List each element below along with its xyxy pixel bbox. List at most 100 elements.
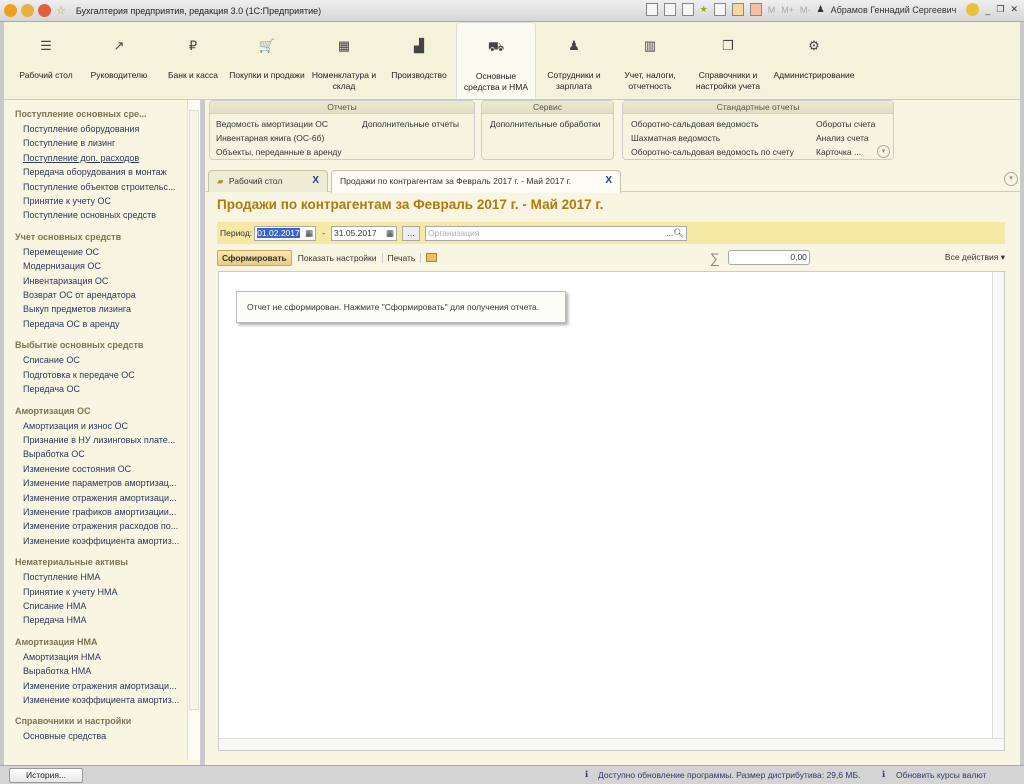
nav-item[interactable]: Признание в НУ лизинговых плате... (23, 433, 200, 447)
generate-button[interactable]: Сформировать (217, 249, 292, 266)
calendar-icon[interactable]: ▦ (305, 227, 313, 240)
section-bank[interactable]: ₽ Банк и касса (158, 22, 228, 99)
section-staff[interactable]: ♟ Сотрудники и зарплата (536, 22, 612, 99)
memory-button[interactable]: M (768, 5, 776, 15)
email-icon[interactable] (426, 253, 438, 262)
tab-desktop[interactable]: ▰ Рабочий стол X (208, 170, 328, 192)
section-production[interactable]: ▟ Производство (382, 22, 456, 99)
cmd-account-card[interactable]: Карточка ... (816, 147, 861, 157)
nav-item[interactable]: Амортизация НМА (23, 650, 200, 664)
close-tab-icon[interactable]: X (312, 171, 319, 191)
nav-item[interactable]: Изменение отражения амортизаци... (23, 679, 200, 693)
calendar-icon[interactable]: ▦ (386, 227, 394, 240)
horizontal-scrollbar[interactable] (219, 738, 1004, 750)
date-to-input[interactable]: 31.05.2017 ▦ (331, 225, 398, 241)
nav-item[interactable]: Передача НМА (23, 613, 200, 627)
update-rates-link[interactable]: Обновить курсы валют (896, 770, 986, 780)
preview-icon[interactable] (681, 3, 694, 16)
cmd-additional-processing[interactable]: Дополнительные обработки (490, 119, 600, 129)
memory-minus-button[interactable]: M- (800, 5, 811, 15)
calendar-icon[interactable] (749, 3, 762, 16)
favorites-star-icon[interactable]: ☆ (56, 4, 66, 17)
date-from-input[interactable]: 01.02.2017 ▦ (254, 225, 317, 241)
nav-item[interactable]: Амортизация и износ ОС (23, 419, 200, 433)
nav-item[interactable]: Выработка НМА (23, 664, 200, 678)
nav-item[interactable]: Передача ОС в аренду (23, 317, 200, 331)
cmd-additional-reports[interactable]: Дополнительные отчеты (362, 119, 459, 129)
close-circle-icon[interactable] (38, 4, 51, 17)
history-icon[interactable] (713, 3, 726, 16)
more-chevron-icon[interactable]: ▾ (877, 145, 890, 158)
nav-item[interactable]: Списание ОС (23, 353, 200, 367)
cmd-chess-statement[interactable]: Шахматная ведомость (631, 133, 720, 143)
nav-item[interactable]: Изменение состояния ОС (23, 462, 200, 476)
nav-item[interactable]: Подготовка к передаче ОС (23, 368, 200, 382)
print-button[interactable]: Печать (388, 252, 422, 263)
section-catalogs[interactable]: ❐ Справочники и настройки учета (688, 22, 768, 99)
nav-item[interactable]: Изменение коэффициента амортиз... (23, 534, 200, 548)
user-name[interactable]: Абрамов Геннадий Сергеевич (831, 5, 957, 15)
nav-item[interactable]: Изменение отражения амортизаци... (23, 491, 200, 505)
menu-icon[interactable] (21, 4, 34, 17)
nav-item[interactable]: Поступление основных средств (23, 208, 200, 222)
cmd-account-analysis[interactable]: Анализ счета (816, 133, 869, 143)
info-icon[interactable] (966, 3, 980, 16)
nav-item[interactable]: Модернизация ОС (23, 259, 200, 273)
section-taxes[interactable]: ▥ Учет, налоги, отчетность (612, 22, 688, 99)
organization-input[interactable]: Организация ...🔍︎ (425, 225, 688, 241)
nav-item[interactable]: Выработка ОС (23, 447, 200, 461)
cmd-leased-objects[interactable]: Объекты, переданные в аренду (216, 147, 342, 157)
nav-item[interactable]: Перемещение ОС (23, 245, 200, 259)
close-tab-icon[interactable]: X (605, 171, 612, 191)
all-actions-menu[interactable]: Все действия ▾ (945, 252, 1005, 263)
close-button[interactable]: ✕ (1010, 4, 1018, 15)
search-icon[interactable]: ...🔍︎ (666, 227, 684, 240)
scroll-thumb[interactable] (189, 110, 199, 710)
app-logo-icon[interactable] (4, 4, 17, 17)
show-settings-button[interactable]: Показать настройки (298, 252, 383, 263)
nav-item[interactable]: Поступление НМА (23, 570, 200, 584)
nav-item[interactable]: Принятие к учету НМА (23, 585, 200, 599)
nav-item[interactable]: Передача ОС (23, 382, 200, 396)
nav-item[interactable]: Выкуп предметов лизинга (23, 302, 200, 316)
nav-item[interactable]: Списание НМА (23, 599, 200, 613)
section-manager[interactable]: ↗ Руководителю (80, 22, 158, 99)
history-button[interactable]: История... (9, 768, 83, 783)
nav-item[interactable]: Поступление доп. расходов (23, 151, 200, 165)
nav-scrollbar[interactable] (187, 100, 200, 760)
nav-item[interactable]: Основные средства (23, 729, 200, 743)
nav-item[interactable]: Изменение коэффициента амортиз... (23, 693, 200, 707)
nav-item[interactable]: Изменение отражения расходов по... (23, 519, 200, 533)
nav-item[interactable]: Изменение графиков амортизации... (23, 505, 200, 519)
nav-item[interactable]: Передача оборудования в монтаж (23, 165, 200, 179)
nav-item[interactable]: Поступление объектов строительс... (23, 180, 200, 194)
restore-button[interactable]: ❐ (996, 4, 1004, 15)
nav-item[interactable]: Принятие к учету ОС (23, 194, 200, 208)
nav-item[interactable]: Поступление оборудования (23, 122, 200, 136)
update-available-link[interactable]: Доступно обновление программы. Размер ди… (598, 770, 860, 780)
nav-item[interactable]: Изменение параметров амортизац... (23, 476, 200, 490)
section-admin[interactable]: ⚙ Администрирование (768, 22, 860, 99)
cmd-account-trial-balance[interactable]: Оборотно-сальдовая ведомость по счету (631, 147, 794, 157)
star-add-icon[interactable]: ★ (700, 4, 708, 15)
tabs-menu-icon[interactable]: ▾ (1004, 172, 1018, 186)
calculator-icon[interactable] (731, 3, 744, 16)
vertical-scrollbar[interactable] (992, 272, 1004, 750)
period-select-button[interactable]: ... (402, 225, 421, 241)
cmd-depreciation-statement[interactable]: Ведомость амортизации ОС (216, 119, 328, 129)
nav-item[interactable]: Возврат ОС от арендатора (23, 288, 200, 302)
minimize-button[interactable]: _ (985, 5, 990, 15)
section-fixed-assets[interactable]: ⛟ Основные средства и НМА (456, 22, 536, 99)
section-stock[interactable]: ▦ Номенклатура и склад (306, 22, 382, 99)
memory-plus-button[interactable]: M+ (781, 5, 794, 15)
nav-item[interactable]: Инвентаризация ОС (23, 274, 200, 288)
tab-sales-report[interactable]: Продажи по контрагентам за Февраль 2017 … (331, 170, 621, 193)
cmd-account-turnover[interactable]: Обороты счета (816, 119, 875, 129)
nav-item[interactable]: Поступление в лизинг (23, 136, 200, 150)
report-area[interactable]: Отчет не сформирован. Нажмите "Сформиров… (218, 271, 1005, 751)
save-icon[interactable] (645, 3, 658, 16)
print-icon[interactable] (663, 3, 676, 16)
section-purchases[interactable]: 🛒 Покупки и продажи (228, 22, 306, 99)
section-desktop[interactable]: ☰ Рабочий стол (12, 22, 80, 99)
cmd-trial-balance[interactable]: Оборотно-сальдовая ведомость (631, 119, 759, 129)
